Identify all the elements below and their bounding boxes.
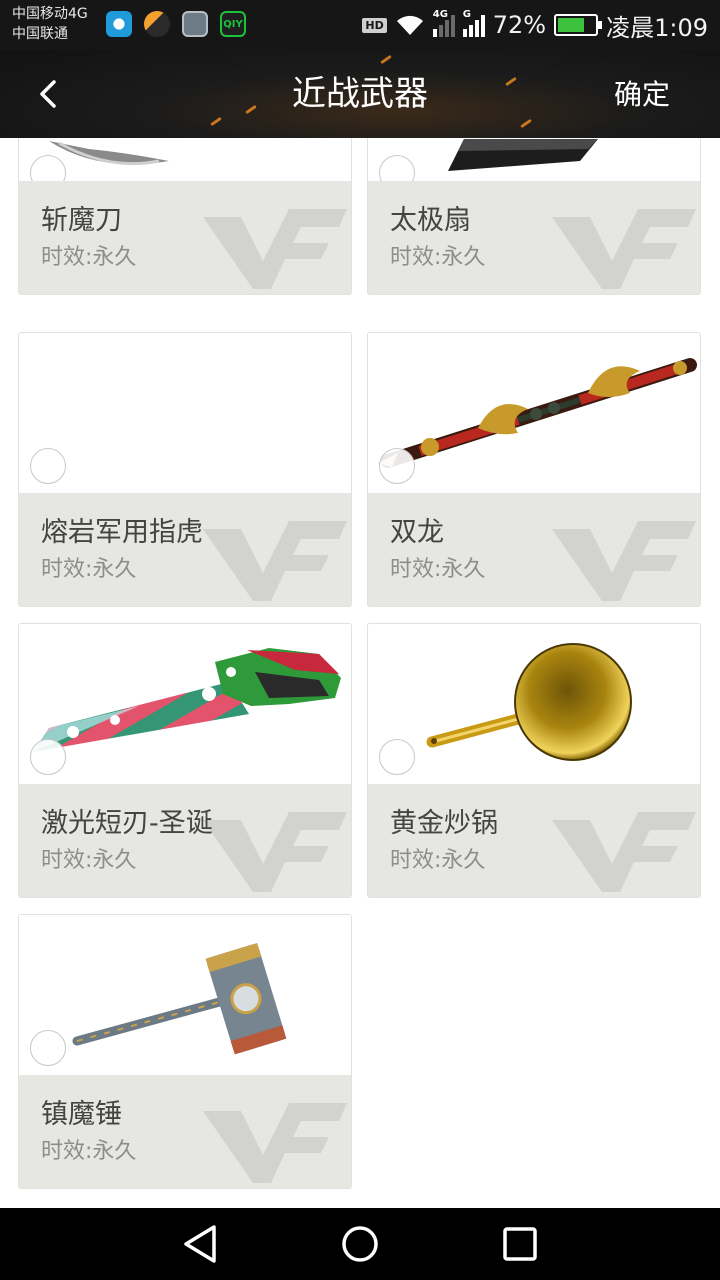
nav-recent-button[interactable] (500, 1224, 540, 1264)
select-radio[interactable] (379, 448, 415, 484)
cf-logo-icon (203, 521, 347, 601)
weapon-name: 熔岩军用指虎 (41, 517, 203, 548)
weapon-name: 黄金炒锅 (390, 808, 498, 839)
blade-icon (49, 141, 169, 166)
cf-logo-icon (552, 209, 696, 289)
system-icons: HD 4G G 72% 凌晨1:09 (362, 8, 708, 42)
cf-logo-icon (203, 209, 347, 289)
fan-icon (448, 139, 598, 171)
select-radio[interactable] (379, 739, 415, 775)
status-bar: 中国移动4G 中国联通 QIY HD 4G G 72% 凌晨1:09 (0, 0, 720, 50)
weapon-info: 黄金炒锅 时效:永久 (368, 784, 700, 897)
page-title: 近战武器 (292, 74, 428, 114)
clock: 凌晨1:09 (606, 13, 708, 42)
carrier-2: 中国联通 (12, 26, 68, 42)
cf-logo-icon (552, 812, 696, 892)
toolbar: 近战武器 确定 (0, 50, 720, 138)
weapon-duration: 时效:永久 (41, 557, 137, 582)
select-radio[interactable] (30, 1030, 66, 1066)
weapon-card-jiguang-shengdan[interactable]: 激光短刃-圣诞 时效:永久 (18, 623, 352, 898)
weapon-duration: 时效:永久 (390, 848, 486, 873)
weapon-name: 激光短刃-圣诞 (41, 808, 213, 839)
cf-logo-icon (203, 1103, 347, 1183)
weapon-name: 斩魔刀 (41, 205, 122, 236)
weapon-info: 熔岩军用指虎 时效:永久 (19, 493, 351, 606)
weapon-duration: 时效:永久 (41, 1139, 137, 1164)
weapon-duration: 时效:永久 (390, 245, 486, 270)
hammer-icon (72, 942, 287, 1055)
weapon-name: 双龙 (390, 517, 444, 548)
battery-icon (554, 14, 603, 36)
weapon-info: 太极扇 时效:永久 (368, 181, 700, 294)
circle-home-icon (342, 1226, 378, 1262)
weapon-image (368, 624, 700, 784)
gallery-icon (182, 11, 208, 37)
weapon-info: 斩魔刀 时效:永久 (19, 181, 351, 294)
weapon-duration: 时效:永久 (41, 848, 137, 873)
spark-decoration (520, 118, 532, 129)
knuckle-icon (19, 333, 352, 493)
weapon-image (19, 138, 351, 181)
golden-pan-icon (426, 643, 632, 761)
battery-fill (558, 18, 584, 32)
weapon-card-zhenmochui[interactable]: 镇魔锤 时效:永久 (18, 914, 352, 1189)
weapon-name: 太极扇 (390, 205, 471, 236)
wifi-icon (396, 15, 423, 35)
weapon-image (368, 138, 700, 181)
weapon-duration: 时效:永久 (41, 245, 137, 270)
square-recent-icon (503, 1227, 537, 1261)
cf-logo-icon (552, 521, 696, 601)
browser-icon (106, 11, 132, 37)
carrier-1: 中国移动4G (12, 6, 88, 22)
weapon-info: 双龙 时效:永久 (368, 493, 700, 606)
select-radio[interactable] (30, 739, 66, 775)
weapon-card-zhanmodao[interactable]: 斩魔刀 时效:永久 (18, 138, 352, 295)
weapon-card-huangjin-chaoguo[interactable]: 黄金炒锅 时效:永久 (367, 623, 701, 898)
carrier-info: 中国移动4G 中国联通 (12, 4, 88, 44)
nav-back-button[interactable] (180, 1224, 220, 1264)
select-radio[interactable] (30, 448, 66, 484)
weapon-image (19, 624, 351, 784)
weapon-grid: 斩魔刀 时效:永久 太极扇 时效:永久 熔岩军用指虎 时效:永久 双龙 时效:永… (0, 138, 720, 1208)
weapon-name: 镇魔锤 (41, 1099, 122, 1130)
confirm-button[interactable]: 确定 (614, 76, 670, 114)
weapon-card-shuanglong[interactable]: 双龙 时效:永久 (367, 332, 701, 607)
navigation-bar (0, 1208, 720, 1280)
laser-blade-icon (33, 648, 341, 752)
nav-home-button[interactable] (340, 1224, 380, 1264)
spark-decoration (210, 116, 222, 127)
weapon-duration: 时效:永久 (390, 557, 486, 582)
weapon-info: 镇魔锤 时效:永久 (19, 1075, 351, 1188)
weapon-card-rongyan-zhihu[interactable]: 熔岩军用指虎 时效:永久 (18, 332, 352, 607)
game-icon (144, 11, 170, 37)
dragon-staff-icon (378, 358, 697, 468)
signal-sim1-icon: 4G (432, 9, 455, 37)
weapon-image (19, 915, 351, 1075)
weapon-card-taijishan[interactable]: 太极扇 时效:永久 (367, 138, 701, 295)
hd-badge: HD (362, 17, 387, 33)
weapon-image (19, 333, 351, 493)
spark-decoration (380, 54, 392, 65)
weapon-image (368, 333, 700, 493)
notification-icons: QIY (106, 11, 246, 37)
iqiyi-icon: QIY (220, 11, 246, 37)
weapon-info: 激光短刃-圣诞 时效:永久 (19, 784, 351, 897)
triangle-back-icon (184, 1225, 216, 1263)
cf-logo-icon (203, 812, 347, 892)
signal-sim2-icon: G (462, 9, 485, 37)
battery-percent: 72% (492, 11, 547, 39)
